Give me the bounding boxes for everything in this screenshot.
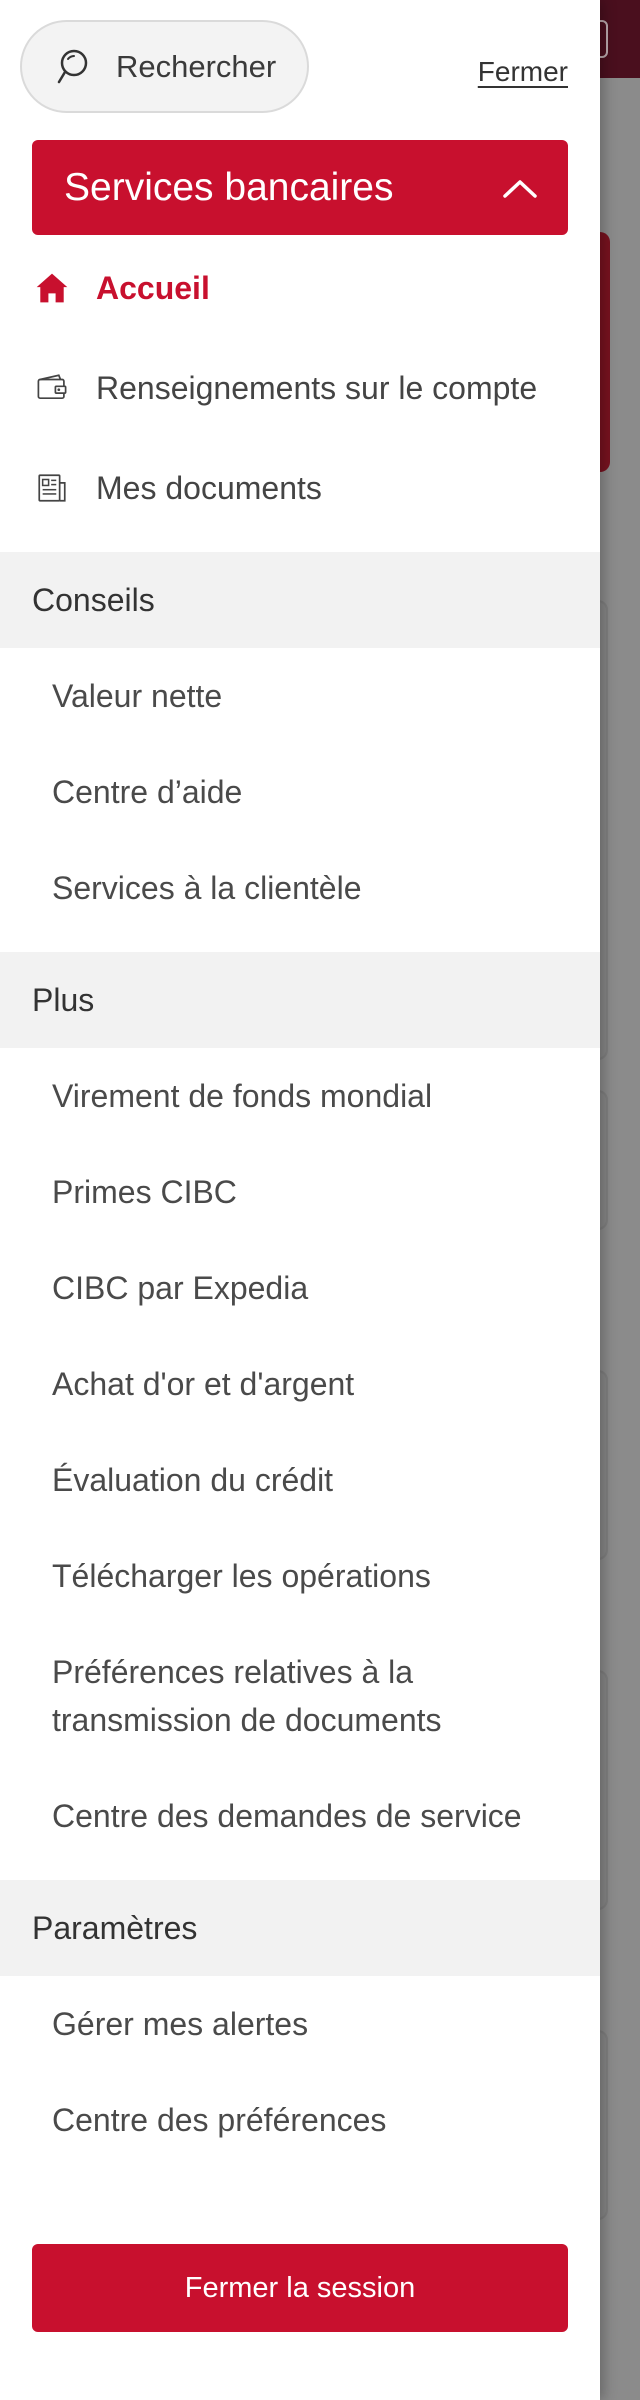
menu-item-evaluation-credit[interactable]: Évaluation du crédit [0,1432,600,1528]
logout-button[interactable]: Fermer la session [32,2244,568,2332]
section-header-conseils: Conseils [0,552,600,648]
menu-item-cibc-expedia[interactable]: CIBC par Expedia [0,1240,600,1336]
menu-item-preferences-documents[interactable]: Préférences relatives à la transmission … [0,1624,600,1768]
section-header-plus: Plus [0,952,600,1048]
search-label: Rechercher [116,48,277,84]
search-button[interactable]: Rechercher [20,20,309,113]
menu-item-centre-aide[interactable]: Centre d’aide [0,744,600,840]
banking-services-toggle[interactable]: Services bancaires [32,140,568,235]
navigation-drawer: Rechercher Fermer Services bancaires Acc… [0,0,600,2400]
menu-item-centre-preferences[interactable]: Centre des préférences [0,2072,600,2168]
wallet-icon [32,368,72,408]
menu-item-label: Renseignements sur le compte [96,369,538,406]
home-icon [32,268,72,308]
document-icon [32,468,72,508]
menu-item-label: Accueil [96,269,210,306]
menu-item-services-clientele[interactable]: Services à la clientèle [0,840,600,936]
banking-services-title: Services bancaires [64,165,394,209]
close-menu-link[interactable]: Fermer [478,56,568,88]
menu-item-account-info[interactable]: Renseignements sur le compte [0,338,600,438]
menu-item-gerer-alertes[interactable]: Gérer mes alertes [0,1976,600,2072]
section-conseils: Conseils Valeur nette Centre d’aide Serv… [0,552,600,936]
menu-item-virement-fonds[interactable]: Virement de fonds mondial [0,1048,600,1144]
menu-item-demandes-service[interactable]: Centre des demandes de service [0,1768,600,1864]
menu-item-accueil[interactable]: Accueil [0,238,600,338]
section-header-parametres: Paramètres [0,1880,600,1976]
banking-services-list: Accueil Renseignements sur le compte Mes… [0,238,600,538]
chevron-up-icon [503,179,537,198]
section-plus: Plus Virement de fonds mondial Primes CI… [0,952,600,1864]
search-icon [57,49,88,83]
menu-item-achat-or-argent[interactable]: Achat d'or et d'argent [0,1336,600,1432]
menu-item-valeur-nette[interactable]: Valeur nette [0,648,600,744]
drawer-topbar: Rechercher Fermer [0,0,600,120]
menu-item-documents[interactable]: Mes documents [0,438,600,538]
section-parametres: Paramètres Gérer mes alertes Centre des … [0,1880,600,2168]
menu-item-telecharger-operations[interactable]: Télécharger les opérations [0,1528,600,1624]
menu-item-label: Mes documents [96,469,322,506]
menu-item-primes-cibc[interactable]: Primes CIBC [0,1144,600,1240]
